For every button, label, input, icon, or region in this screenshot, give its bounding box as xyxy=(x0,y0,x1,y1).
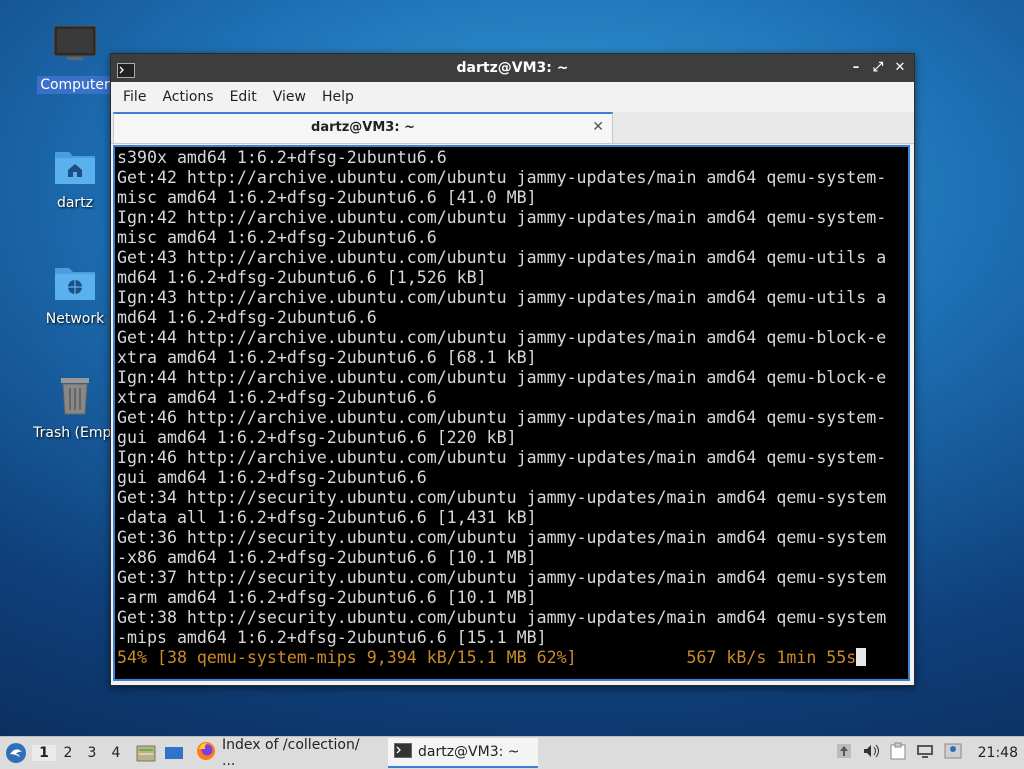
desktop-icon-label: Trash (Empt xyxy=(33,425,117,441)
download-progress-line: 54% [38 qemu-system-mips 9,394 kB/15.1 M… xyxy=(117,648,908,668)
network-folder-icon xyxy=(51,258,99,306)
terminal-line: Get:46 http://archive.ubuntu.com/ubuntu … xyxy=(117,408,887,427)
task-label: dartz@VM3: ~ xyxy=(418,744,520,760)
monitor-icon xyxy=(51,24,99,72)
window-title: dartz@VM3: ~ xyxy=(456,60,569,76)
terminal-line: misc amd64 1:6.2+dfsg-2ubuntu6.6 [41.0 M… xyxy=(117,188,537,207)
terminal-line: Get:44 http://archive.ubuntu.com/ubuntu … xyxy=(117,328,887,347)
terminal-line: Get:38 http://security.ubuntu.com/ubuntu… xyxy=(117,608,887,627)
terminal-line: xtra amd64 1:6.2+dfsg-2ubuntu6.6 [68.1 k… xyxy=(117,348,537,367)
clipboard-icon[interactable] xyxy=(890,742,906,764)
terminal-line: Get:37 http://security.ubuntu.com/ubuntu… xyxy=(117,568,887,587)
terminal-output[interactable]: s390x amd64 1:6.2+dfsg-2ubuntu6.6 Get:42… xyxy=(113,145,910,681)
minimize-button[interactable]: – xyxy=(848,54,864,82)
home-folder-icon xyxy=(51,142,99,190)
menu-bar: File Actions Edit View Help xyxy=(111,82,914,112)
desktop-icon-label: Computer xyxy=(37,76,113,94)
task-label: Index of /collection/ ... xyxy=(222,737,360,769)
terminal-line: md64 1:6.2+dfsg-2ubuntu6.6 [1,526 kB] xyxy=(117,268,487,287)
tab-label: dartz@VM3: ~ xyxy=(311,120,415,135)
desktop-icon-computer[interactable]: Computer xyxy=(27,24,123,94)
menu-file[interactable]: File xyxy=(115,89,154,105)
terminal-window: dartz@VM3: ~ – ⤢ ✕ File Actions Edit Vie… xyxy=(110,53,915,686)
taskbar: 1 2 3 4 Index of /collection/ ... dartz@… xyxy=(0,736,1024,769)
terminal-line: Ign:46 http://archive.ubuntu.com/ubuntu … xyxy=(117,448,887,467)
menu-edit[interactable]: Edit xyxy=(222,89,265,105)
terminal-line: Get:34 http://security.ubuntu.com/ubuntu… xyxy=(117,488,887,507)
text-cursor xyxy=(856,648,867,666)
workspace-1[interactable]: 1 xyxy=(32,745,56,761)
menu-view[interactable]: View xyxy=(265,89,314,105)
file-manager-launcher-icon[interactable] xyxy=(134,744,158,762)
app-menu-icon[interactable] xyxy=(0,737,32,769)
terminal-line: misc amd64 1:6.2+dfsg-2ubuntu6.6 xyxy=(117,228,437,247)
desktop-icon-home[interactable]: dartz xyxy=(27,142,123,212)
network-icon[interactable] xyxy=(916,743,934,763)
terminal-line: s390x amd64 1:6.2+dfsg-2ubuntu6.6 xyxy=(117,148,447,167)
firefox-icon xyxy=(196,741,216,765)
workspace-3[interactable]: 3 xyxy=(80,745,104,761)
terminal-line: -x86 amd64 1:6.2+dfsg-2ubuntu6.6 [10.1 M… xyxy=(117,548,537,567)
tab-terminal[interactable]: dartz@VM3: ~ ✕ xyxy=(113,112,613,143)
terminal-line: Ign:44 http://archive.ubuntu.com/ubuntu … xyxy=(117,368,887,387)
terminal-line: Ign:43 http://archive.ubuntu.com/ubuntu … xyxy=(117,288,887,307)
trash-icon xyxy=(51,372,99,420)
tab-close-icon[interactable]: ✕ xyxy=(592,114,604,141)
close-button[interactable]: ✕ xyxy=(892,54,908,82)
terminal-line: xtra amd64 1:6.2+dfsg-2ubuntu6.6 xyxy=(117,388,437,407)
terminal-line: -arm amd64 1:6.2+dfsg-2ubuntu6.6 [10.1 M… xyxy=(117,588,537,607)
taskbar-terminal-task[interactable]: dartz@VM3: ~ xyxy=(388,738,538,768)
taskbar-firefox-task[interactable]: Index of /collection/ ... xyxy=(190,737,382,769)
tab-bar: dartz@VM3: ~ ✕ xyxy=(111,112,914,144)
workspace-2[interactable]: 2 xyxy=(56,745,80,761)
terminal-line: Get:36 http://security.ubuntu.com/ubuntu… xyxy=(117,528,887,547)
terminal-line: gui amd64 1:6.2+dfsg-2ubuntu6.6 [220 kB] xyxy=(117,428,517,447)
terminal-line: gui amd64 1:6.2+dfsg-2ubuntu6.6 xyxy=(117,468,427,487)
terminal-line: -mips amd64 1:6.2+dfsg-2ubuntu6.6 [15.1 … xyxy=(117,628,547,647)
menu-help[interactable]: Help xyxy=(314,89,362,105)
clock[interactable]: 21:48 xyxy=(978,745,1018,761)
workspace-4[interactable]: 4 xyxy=(104,745,128,761)
terminal-line: Get:42 http://archive.ubuntu.com/ubuntu … xyxy=(117,168,887,187)
update-notifier-icon[interactable] xyxy=(836,743,852,763)
desktop-icon-trash[interactable]: Trash (Empt xyxy=(27,372,123,442)
terminal-line: Ign:42 http://archive.ubuntu.com/ubuntu … xyxy=(117,208,887,227)
desktop-icon-label: dartz xyxy=(56,195,94,211)
window-titlebar[interactable]: dartz@VM3: ~ – ⤢ ✕ xyxy=(111,54,914,82)
terminal-line: Get:43 http://archive.ubuntu.com/ubuntu … xyxy=(117,248,887,267)
maximize-button[interactable]: ⤢ xyxy=(870,54,886,82)
terminal-icon xyxy=(394,742,412,762)
menu-actions[interactable]: Actions xyxy=(154,89,221,105)
desktop-launcher-icon[interactable] xyxy=(162,744,186,762)
desktop-icon-label: Network xyxy=(45,311,105,327)
desktop-icon-network[interactable]: Network xyxy=(27,258,123,328)
volume-icon[interactable] xyxy=(862,743,880,763)
terminal-icon xyxy=(117,60,135,78)
user-icon[interactable] xyxy=(944,743,962,763)
terminal-line: md64 1:6.2+dfsg-2ubuntu6.6 xyxy=(117,308,377,327)
system-tray: 21:48 xyxy=(836,737,1024,769)
progress-text: 54% [38 qemu-system-mips 9,394 kB/15.1 M… xyxy=(117,648,857,667)
terminal-line: -data all 1:6.2+dfsg-2ubuntu6.6 [1,431 k… xyxy=(117,508,537,527)
